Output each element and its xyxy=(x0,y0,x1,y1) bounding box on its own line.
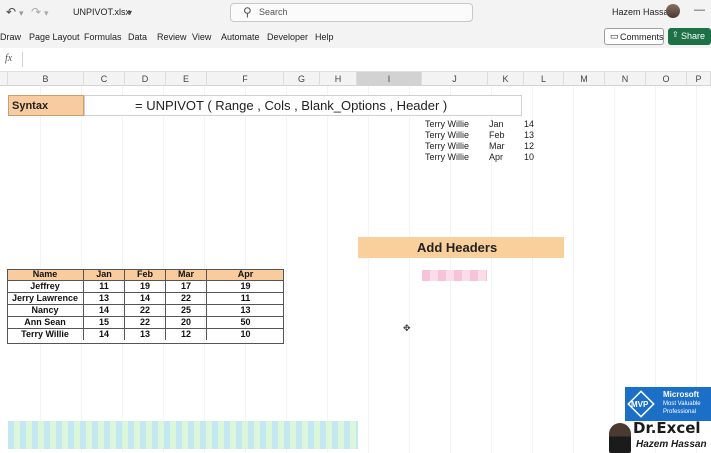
column-header-p[interactable]: P xyxy=(687,72,711,86)
column-header-g[interactable]: G xyxy=(284,72,320,86)
menu-page-layout[interactable]: Page Layout xyxy=(29,32,80,42)
menu-view[interactable]: View xyxy=(192,32,211,42)
output-value: 12 xyxy=(524,141,535,151)
cell-cursor-icon: ✥ xyxy=(403,323,411,333)
syntax-formula-cell[interactable]: = UNPIVOT ( Range , Cols , Blank_Options… xyxy=(84,95,522,116)
column-header-m[interactable]: M xyxy=(564,72,605,86)
redo-dropdown-icon[interactable]: ▾ xyxy=(44,8,49,19)
column-header-f[interactable]: F xyxy=(207,72,284,86)
output-month: Jan xyxy=(489,119,504,129)
output-month: Feb xyxy=(489,130,505,140)
mvp-line3: Professional xyxy=(663,409,697,415)
undo-dropdown-icon[interactable]: ▾ xyxy=(19,8,24,19)
comment-icon: ▭ xyxy=(610,31,619,41)
output-value: 13 xyxy=(524,130,535,140)
mvp-short: MVP xyxy=(631,400,649,409)
output-value: 10 xyxy=(524,152,535,162)
search-box[interactable]: ⚲ Search xyxy=(230,3,473,22)
add-headers-banner[interactable]: Add Headers xyxy=(358,237,564,258)
formula-bar-divider xyxy=(22,52,23,67)
highlighted-range[interactable] xyxy=(8,421,358,449)
output-row[interactable]: Terry Willie Feb 13 xyxy=(425,130,545,141)
brand-subtitle: Hazem Hassan xyxy=(636,439,707,450)
file-menu-chevron-icon[interactable]: ▾ xyxy=(128,8,132,17)
column-header-c[interactable]: C xyxy=(84,72,125,86)
minimize-button[interactable]: — xyxy=(694,4,705,16)
share-icon: ⇪ xyxy=(672,30,679,39)
menu-developer[interactable]: Developer xyxy=(267,32,308,42)
output-name: Terry Willie xyxy=(425,152,469,162)
menu-help[interactable]: Help xyxy=(315,32,334,42)
column-header-i[interactable]: I xyxy=(357,72,422,86)
selected-cell-highlight[interactable] xyxy=(422,270,487,281)
mvp-company: Microsoft xyxy=(663,390,699,399)
redo-icon[interactable]: ↷ xyxy=(31,5,41,19)
syntax-formula: = UNPIVOT ( Range , Cols , Blank_Options… xyxy=(135,98,448,113)
menu-review[interactable]: Review xyxy=(157,32,187,42)
column-header-j[interactable]: J xyxy=(422,72,488,86)
output-month: Apr xyxy=(489,152,504,162)
share-label: Share xyxy=(681,31,706,41)
function-icon[interactable]: fx xyxy=(5,53,12,64)
column-header-o[interactable]: O xyxy=(646,72,687,86)
column-header-d[interactable]: D xyxy=(125,72,166,86)
search-placeholder: Search xyxy=(259,7,288,17)
syntax-label: Syntax xyxy=(12,100,49,112)
output-row[interactable]: Terry Willie Apr 10 xyxy=(425,152,545,163)
table-border xyxy=(7,269,284,344)
add-headers-label: Add Headers xyxy=(417,240,498,255)
menu-formulas[interactable]: Formulas xyxy=(84,32,122,42)
formula-bar[interactable]: fx xyxy=(0,48,711,72)
corner-cell[interactable] xyxy=(0,72,8,86)
column-header-n[interactable]: N xyxy=(605,72,646,86)
mvp-badge: MVP Microsoft Most Valuable Professional xyxy=(625,387,711,421)
output-value: 14 xyxy=(524,119,535,129)
column-header-e[interactable]: E xyxy=(166,72,207,86)
comments-label: Comments xyxy=(620,32,664,42)
column-header-k[interactable]: K xyxy=(488,72,524,86)
column-header-bar: B C D E F G H I J K L M N O P xyxy=(0,72,711,86)
output-name: Terry Willie xyxy=(425,130,469,140)
share-button[interactable]: ⇪ Share xyxy=(668,28,711,45)
column-header-b[interactable]: B xyxy=(8,72,84,86)
search-icon: ⚲ xyxy=(243,5,252,19)
ribbon-menu: Draw Page Layout Formulas Data Review Vi… xyxy=(0,26,711,48)
comments-button[interactable]: ▭ Comments xyxy=(604,28,664,45)
brand-name: Dr.Excel xyxy=(633,419,701,437)
file-name[interactable]: UNPIVOT.xlsx xyxy=(73,7,130,17)
output-row[interactable]: Terry Willie Mar 12 xyxy=(425,141,545,152)
undo-icon[interactable]: ↶ xyxy=(6,5,16,19)
column-header-h[interactable]: H xyxy=(320,72,357,86)
mvp-line2: Most Valuable xyxy=(663,401,701,407)
syntax-label-cell[interactable]: Syntax xyxy=(8,95,84,116)
output-month: Mar xyxy=(489,141,505,151)
presenter-avatar xyxy=(609,423,631,453)
menu-data[interactable]: Data xyxy=(128,32,147,42)
user-name[interactable]: Hazem Hassan xyxy=(612,7,674,17)
menu-automate[interactable]: Automate xyxy=(221,32,260,42)
output-row[interactable]: Terry Willie Jan 14 xyxy=(425,119,545,130)
avatar[interactable] xyxy=(666,4,680,18)
title-bar: ↶ ▾ ↷ ▾ UNPIVOT.xlsx ▾ ⚲ Search Hazem Ha… xyxy=(0,0,711,26)
column-header-l[interactable]: L xyxy=(524,72,564,86)
output-name: Terry Willie xyxy=(425,119,469,129)
output-name: Terry Willie xyxy=(425,141,469,151)
menu-draw[interactable]: Draw xyxy=(0,32,21,42)
